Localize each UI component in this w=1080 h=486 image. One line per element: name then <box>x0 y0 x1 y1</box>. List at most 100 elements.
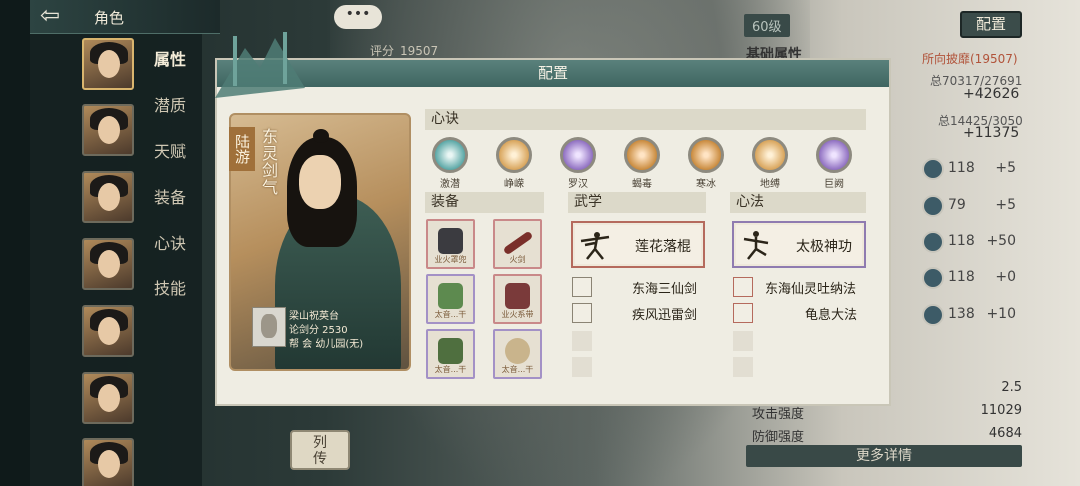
attr-value: 11029 <box>980 403 1022 418</box>
empty-skill-slot[interactable] <box>572 331 592 351</box>
score-display: 评分 19507 <box>364 42 438 59</box>
equip-slot[interactable]: 太音...干 <box>426 274 475 324</box>
wuxue-main-slot[interactable]: 莲花落棍 <box>571 221 705 268</box>
character-name: 陆游 <box>229 127 255 171</box>
character-avatar[interactable] <box>82 238 134 290</box>
stat-row: 138 +10 <box>892 303 1024 327</box>
xinjue-skill[interactable]: 寒冰 <box>681 137 731 190</box>
sword-icon <box>502 230 534 256</box>
character-avatar[interactable] <box>82 372 134 424</box>
skill-label: 巨阙 <box>824 179 844 190</box>
equip-slot[interactable]: 业火罩兜 <box>426 219 475 269</box>
stat-delta: +5 <box>995 197 1016 213</box>
stat-icon <box>922 195 944 217</box>
stat-value: 118 <box>948 160 975 176</box>
character-avatar[interactable] <box>82 38 134 90</box>
equip-slot[interactable]: 火剑 <box>493 219 542 269</box>
skill-label: 峥嵘 <box>504 179 524 190</box>
equip-label: 太音...干 <box>434 310 467 319</box>
back-arrow-icon[interactable]: ⇦ <box>40 3 80 28</box>
xinjue-skill[interactable]: 蝎毒 <box>617 137 667 190</box>
skill-label: 寒冰 <box>696 179 716 190</box>
empty-skill-slot[interactable] <box>733 331 753 351</box>
skill-figure-icon <box>572 277 592 297</box>
character-avatar[interactable] <box>82 438 134 486</box>
player-score: 论剑分 2530 <box>289 325 348 336</box>
stat-delta: +50 <box>986 233 1016 249</box>
xinfa-main-slot[interactable]: 太极神功 <box>732 221 866 268</box>
xinfa-main-label: 太极神功 <box>796 239 852 255</box>
nav-equipment[interactable]: 装备 <box>154 184 186 208</box>
page-title: 角色 <box>94 9 125 27</box>
stat-icon <box>922 267 944 289</box>
stat-row: 79 +5 <box>892 194 1024 218</box>
nav-potential[interactable]: 潜质 <box>154 92 186 116</box>
martial-pose-icon <box>580 232 610 260</box>
stat-icon <box>922 158 944 180</box>
equip-section-header: 装备 <box>425 192 544 213</box>
hp-bonus: +42626 <box>963 86 1020 102</box>
empty-skill-slot[interactable] <box>572 357 592 377</box>
xinjue-skill[interactable]: 地缚 <box>745 137 795 190</box>
wuxue-item-label: 东海三仙剑 <box>632 282 698 297</box>
skill-orb-icon <box>624 137 660 173</box>
xinjue-skill[interactable]: 激潜 <box>425 137 475 190</box>
wuxue-item[interactable]: 东海三仙剑 <box>572 277 702 297</box>
skill-figure-icon <box>733 303 753 323</box>
armor-icon <box>438 283 463 309</box>
xinfa-item-label: 龟息大法 <box>805 308 858 323</box>
config-button[interactable]: 配置 <box>960 11 1022 38</box>
player-sect: 梁山祝英台 <box>289 311 339 322</box>
skill-label: 地缚 <box>760 179 780 190</box>
score-value: 19507 <box>400 44 439 58</box>
skill-orb-icon <box>752 137 788 173</box>
empty-skill-slot[interactable] <box>733 357 753 377</box>
equip-slot[interactable]: 太音...干 <box>426 329 475 379</box>
equip-slot[interactable]: 太音...干 <box>493 329 542 379</box>
attr-row: 防御强度 4684 <box>752 426 1022 445</box>
score-label: 评分 <box>370 44 395 58</box>
nav-skills[interactable]: 技能 <box>154 275 186 299</box>
player-guild: 帮 会 幼儿园(无) <box>289 339 364 350</box>
more-details-button[interactable]: 更多详情 <box>746 445 1022 467</box>
xinjue-skill[interactable]: 罗汉 <box>553 137 603 190</box>
attr-label: 攻击强度 <box>752 407 805 422</box>
left-edge-strip <box>0 0 30 486</box>
biography-button[interactable]: 列 传 <box>290 430 350 470</box>
skill-figure-icon <box>733 277 753 297</box>
stat-delta: +0 <box>995 269 1016 285</box>
stat-delta: +10 <box>986 306 1016 322</box>
equip-slot[interactable]: 业火系带 <box>493 274 542 324</box>
character-avatar[interactable] <box>82 305 134 357</box>
dialog-title: 配置 <box>217 60 889 87</box>
equip-label: 太音...干 <box>434 365 467 374</box>
nav-xinjue[interactable]: 心诀 <box>154 230 186 254</box>
character-avatar[interactable] <box>82 104 134 156</box>
stat-row: 118 +5 <box>892 157 1024 181</box>
xinfa-item[interactable]: 东海仙灵吐纳法 <box>733 277 866 297</box>
player-avatar <box>252 307 286 347</box>
xinjue-skill[interactable]: 峥嵘 <box>489 137 539 190</box>
xinfa-item-label: 东海仙灵吐纳法 <box>765 282 857 297</box>
hood-icon <box>438 228 463 254</box>
attr-value: 2.5 <box>1001 380 1022 395</box>
nav-talent[interactable]: 天赋 <box>154 138 186 162</box>
equip-label: 太音...干 <box>501 365 534 374</box>
xinjue-skill[interactable]: 巨阙 <box>809 137 859 190</box>
stat-row: 118 +50 <box>892 230 1024 254</box>
wuxue-item[interactable]: 疾风迅雷剑 <box>572 303 702 323</box>
stat-value: 118 <box>948 269 975 285</box>
necklace-icon <box>505 338 530 364</box>
character-avatar[interactable] <box>82 171 134 223</box>
skill-label: 激潜 <box>440 179 460 190</box>
equip-label: 业火系带 <box>501 310 534 319</box>
skill-orb-icon <box>432 137 468 173</box>
xinfa-item[interactable]: 龟息大法 <box>733 303 866 323</box>
stat-value: 138 <box>948 306 975 322</box>
equip-label: 业火罩兜 <box>434 255 467 264</box>
attr-label: 防御强度 <box>752 430 805 445</box>
boots-icon <box>438 338 463 364</box>
wuxue-item-label: 疾风迅雷剑 <box>632 308 698 323</box>
chat-button[interactable]: ••• <box>334 5 382 29</box>
nav-attributes[interactable]: 属性 <box>154 46 186 70</box>
